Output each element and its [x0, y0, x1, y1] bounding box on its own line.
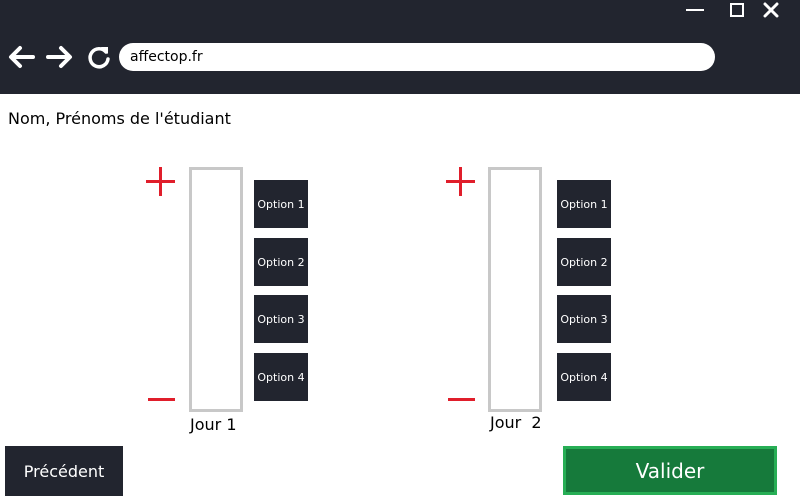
- arrow-right-icon[interactable]: [45, 42, 75, 72]
- submit-button[interactable]: Valider: [563, 446, 777, 495]
- reload-icon-glyph: [88, 47, 110, 69]
- day-2-option-4[interactable]: Option 4: [557, 353, 611, 401]
- arrow-left-icon[interactable]: [6, 42, 36, 72]
- reload-icon[interactable]: [84, 42, 114, 72]
- previous-button[interactable]: Précédent: [5, 446, 123, 496]
- minus-icon[interactable]: [448, 388, 475, 410]
- day-1-option-2[interactable]: Option 2: [254, 238, 308, 286]
- maximize-icon[interactable]: [720, 0, 754, 20]
- plus-icon[interactable]: [446, 167, 476, 197]
- arrow-left-icon-glyph: [9, 46, 35, 68]
- arrow-right-icon-glyph: [46, 46, 72, 68]
- day-1-option-1[interactable]: Option 1: [254, 180, 308, 228]
- day-1-option-3[interactable]: Option 3: [254, 295, 308, 343]
- day-1-label: Jour 1: [190, 415, 237, 434]
- close-icon[interactable]: [754, 0, 788, 20]
- day-2-label: Jour 2: [490, 413, 542, 432]
- day-2-option-2[interactable]: Option 2: [557, 238, 611, 286]
- minus-icon[interactable]: [148, 388, 175, 410]
- plus-icon[interactable]: [146, 167, 176, 197]
- day-1-option-4[interactable]: Option 4: [254, 353, 308, 401]
- student-name-label: Nom, Prénoms de l'étudiant: [8, 109, 231, 128]
- day-2-option-1[interactable]: Option 1: [557, 180, 611, 228]
- browser-chrome: affectop.fr: [0, 0, 800, 94]
- address-bar[interactable]: affectop.fr: [119, 43, 715, 71]
- minimize-icon[interactable]: [678, 0, 712, 20]
- day-2-option-3[interactable]: Option 3: [557, 295, 611, 343]
- day-2-drop-slot[interactable]: [488, 167, 542, 412]
- day-1-drop-slot[interactable]: [189, 167, 243, 412]
- close-icon-glyph: [763, 2, 779, 18]
